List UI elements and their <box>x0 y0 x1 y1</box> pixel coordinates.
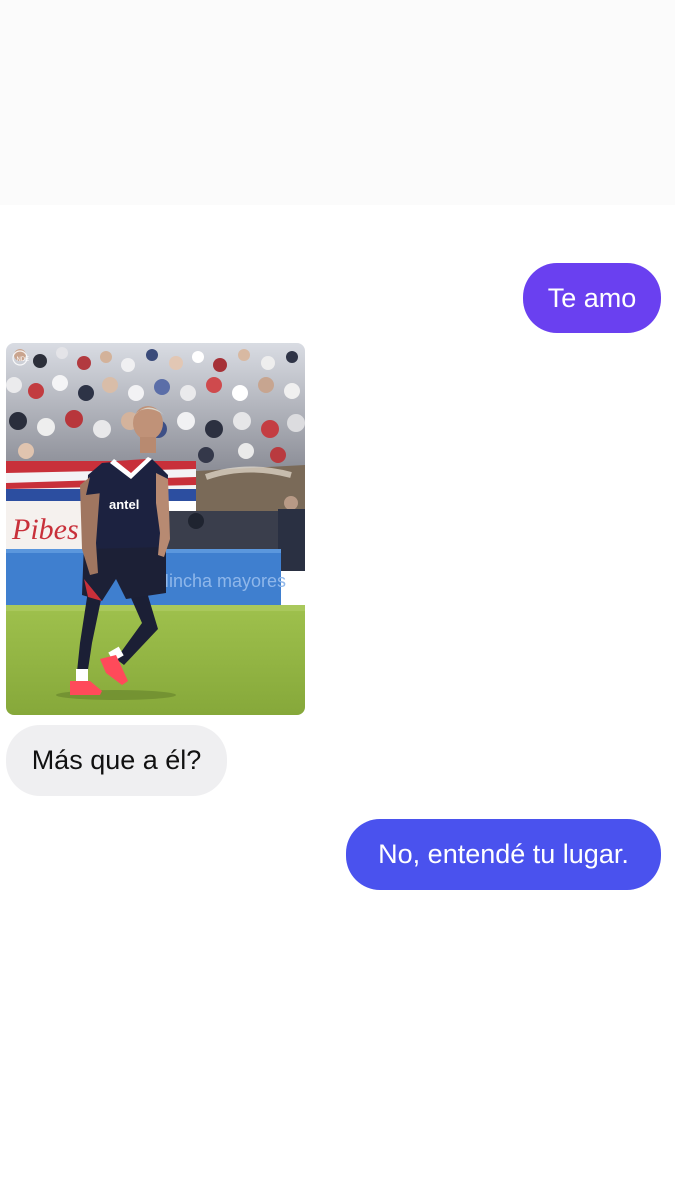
football-player-photo: NDE Pibes Hincha mayores antel <box>6 343 305 715</box>
message-text: Más que a él? <box>31 745 202 775</box>
received-message-bubble[interactable]: Más que a él? <box>6 725 227 796</box>
image-attachment[interactable]: NDE Pibes Hincha mayores antel <box>6 343 305 715</box>
jersey-sponsor-text: antel <box>109 497 139 512</box>
message-text: Te amo <box>547 282 637 313</box>
sent-message-bubble[interactable]: Te amo <box>523 263 661 333</box>
top-blank-area <box>0 0 675 205</box>
stadium-sign-text: Pibes <box>11 513 79 546</box>
sent-message-bubble[interactable]: No, entendé tu lugar. <box>346 819 661 890</box>
photo-watermark: NDE <box>17 357 30 363</box>
ad-board-text: Hincha mayores <box>156 571 286 591</box>
message-text: No, entendé tu lugar. <box>378 839 629 869</box>
